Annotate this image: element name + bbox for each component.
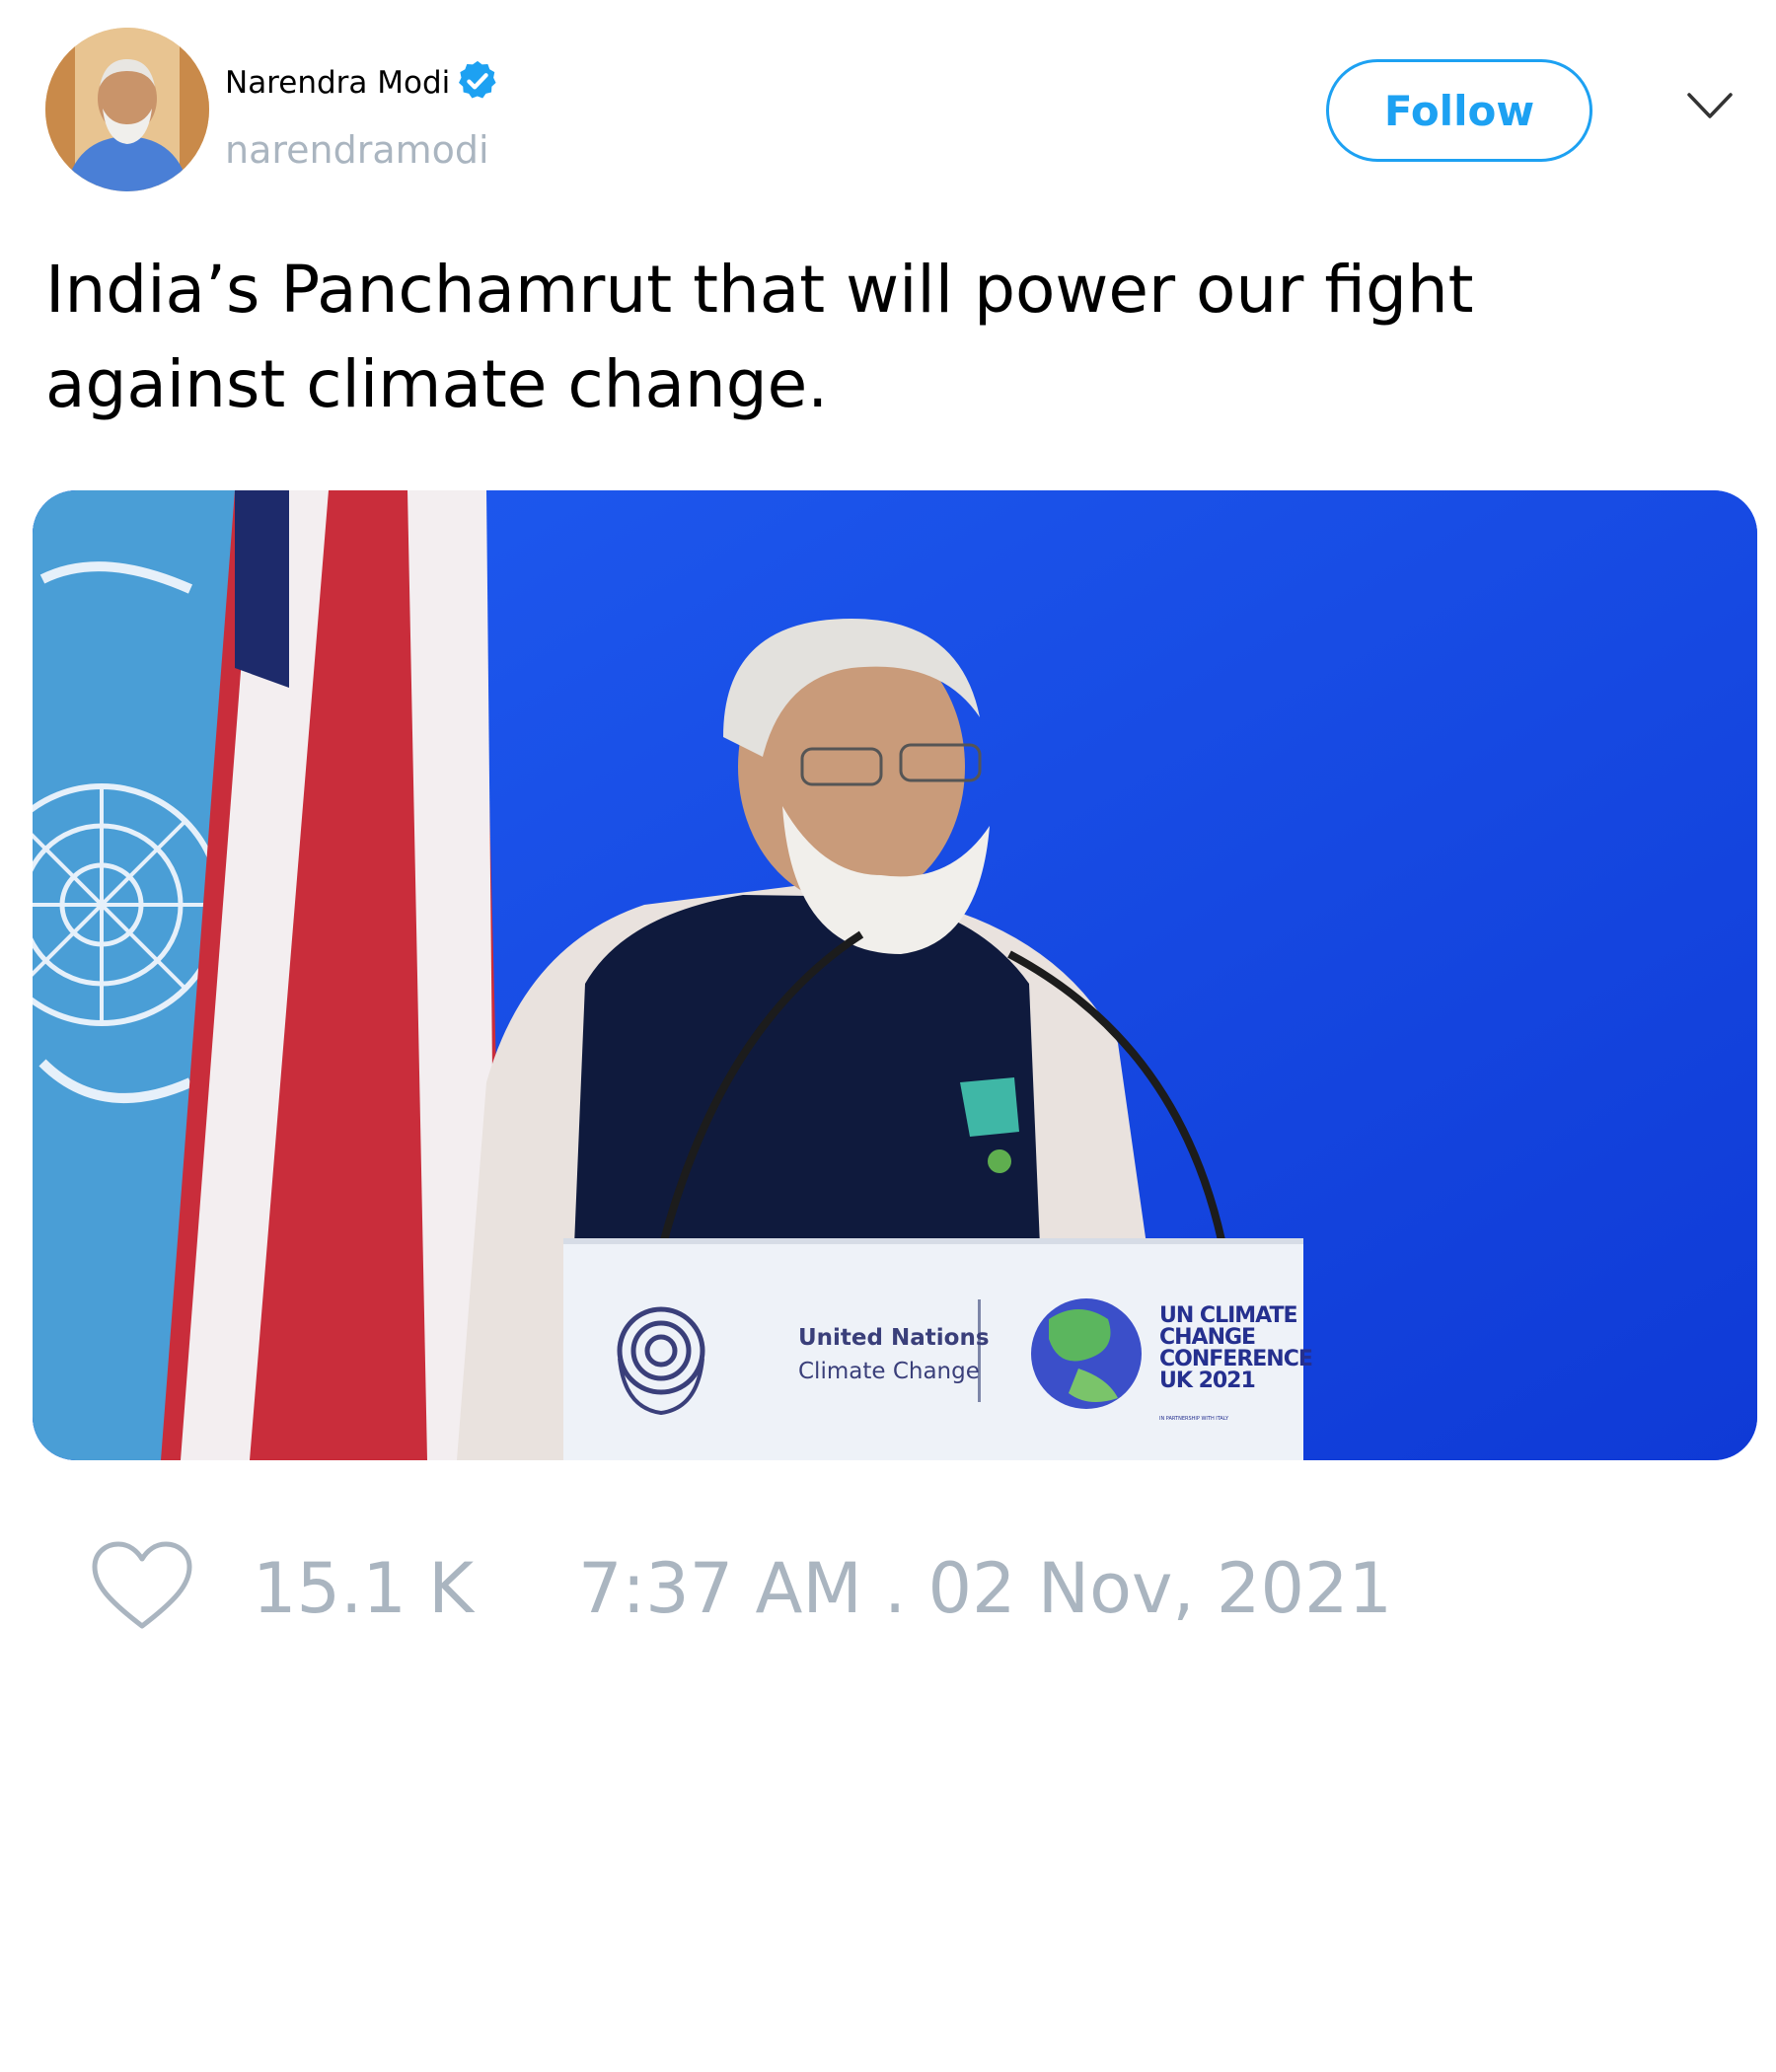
cop26-line: UK 2021 — [1159, 1369, 1256, 1393]
heart-icon[interactable] — [89, 1539, 195, 1634]
avatar[interactable] — [45, 28, 209, 191]
tweet-text: India’s Panchamrut that will power our f… — [45, 252, 1474, 422]
like-count: 15.1 K — [253, 1548, 475, 1629]
user-handle[interactable]: narendramodi — [225, 128, 489, 172]
tweet-timestamp[interactable]: 7:37 AM . 02 Nov, 2021 — [578, 1549, 1392, 1628]
cop26-line: UN CLIMATE — [1159, 1303, 1298, 1328]
podium-partnership-text: IN PARTNERSHIP WITH ITALY — [1159, 1416, 1229, 1422]
tweet-media-video[interactable]: United Nations Climate Change UN CLIMATE… — [33, 490, 1757, 1460]
avatar-image — [45, 28, 209, 191]
cop26-line: CONFERENCE — [1159, 1347, 1313, 1371]
podium-cop26-label: UN CLIMATE CHANGE CONFERENCE UK 2021 — [1159, 1303, 1313, 1393]
podium-label-un: United Nations — [798, 1325, 990, 1351]
verified-badge-icon — [459, 60, 496, 99]
tweet-footer: 15.1 K 7:37 AM . 02 Nov, 2021 — [0, 1519, 1776, 1658]
chevron-down-icon[interactable] — [1685, 87, 1735, 126]
podium-label-climate-change: Climate Change — [798, 1359, 980, 1384]
video-frame — [33, 490, 1757, 1460]
tweet-header: Narendra Modi narendramodi Follow — [0, 0, 1776, 197]
cop26-line: CHANGE — [1159, 1325, 1256, 1350]
display-name[interactable]: Narendra Modi — [225, 65, 450, 101]
follow-button[interactable]: Follow — [1326, 59, 1592, 162]
